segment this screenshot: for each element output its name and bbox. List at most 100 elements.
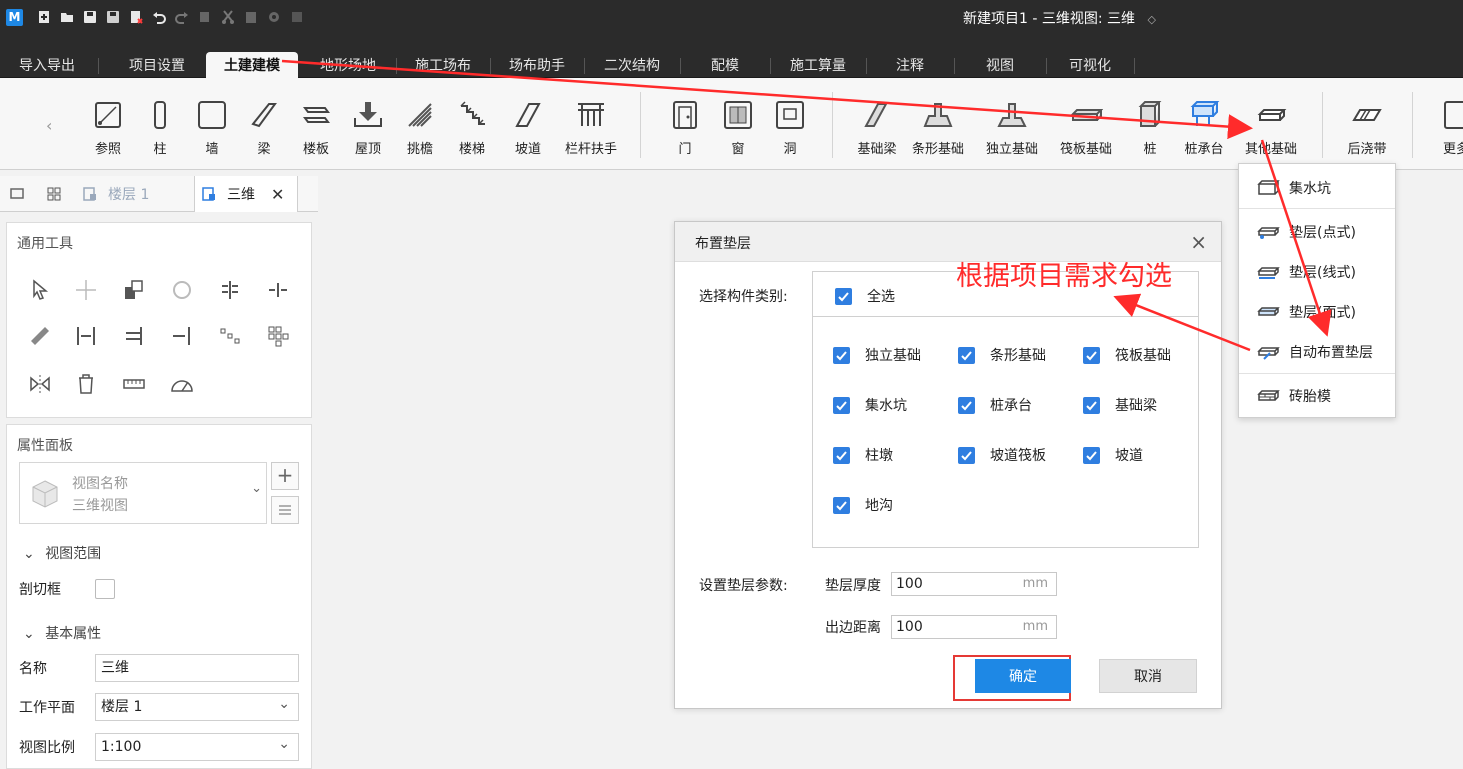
category-checkbox[interactable]: 柱墩	[833, 445, 893, 465]
copy-icon[interactable]	[197, 9, 213, 25]
rotate-tool-icon[interactable]	[167, 275, 197, 305]
save-as-icon[interactable]	[105, 9, 121, 25]
ribbon-scroll-left-icon[interactable]: ‹	[46, 116, 52, 135]
tab-floor-1[interactable]: 楼层 1	[74, 176, 192, 212]
workplane-select[interactable]: 楼层 1	[95, 691, 299, 721]
new-icon[interactable]	[36, 9, 52, 25]
mirror-tool-icon[interactable]	[25, 369, 55, 399]
copy-tool-icon[interactable]	[119, 275, 149, 305]
angle-measure-tool-icon[interactable]	[167, 369, 197, 399]
category-checkbox[interactable]: 坡道筏板	[958, 445, 1046, 465]
tab-site-layout[interactable]: 施工场布	[400, 52, 486, 78]
category-checkbox[interactable]: 独立基础	[833, 345, 921, 365]
thickness-field[interactable]: 100 mm	[891, 572, 1057, 596]
align-tool-icon[interactable]	[215, 275, 245, 305]
tab-annotation[interactable]: 注释	[870, 52, 950, 78]
scale-select[interactable]: 1:100	[95, 731, 299, 761]
category-checkbox[interactable]: 坡道	[1083, 445, 1143, 465]
wall-button[interactable]: 墙	[184, 96, 240, 157]
foundation-beam-button[interactable]: 基础梁	[849, 96, 905, 157]
tab-formwork[interactable]: 配模	[684, 52, 766, 78]
extend-tool-icon[interactable]	[71, 321, 101, 351]
menu-item-pad-line[interactable]: 垫层(线式)	[1239, 254, 1395, 290]
offset-field[interactable]: 100 mm	[891, 615, 1057, 639]
select-all-checkbox[interactable]: 全选	[835, 286, 895, 306]
ok-button[interactable]: 确定	[975, 659, 1071, 693]
view-settings-icon[interactable]	[271, 496, 299, 524]
category-checkbox[interactable]: 条形基础	[958, 345, 1046, 365]
beam-button[interactable]: 梁	[236, 96, 292, 157]
undo-icon[interactable]	[151, 9, 167, 25]
tab-visualization[interactable]: 可视化	[1050, 52, 1130, 78]
eave-button[interactable]: 挑檐	[392, 96, 448, 157]
menu-item-pad-point[interactable]: 垫层(点式)	[1239, 214, 1395, 250]
cancel-button[interactable]: 取消	[1099, 659, 1197, 693]
menu-item-sump[interactable]: 集水坑	[1239, 170, 1395, 206]
close-icon[interactable]: ×	[1190, 230, 1207, 254]
tab-terrain-site[interactable]: 地形场地	[304, 52, 392, 78]
window-button[interactable]: 窗	[710, 96, 766, 157]
tab-civil-modeling[interactable]: 土建建模	[206, 52, 298, 78]
category-checkbox[interactable]: 地沟	[833, 495, 893, 515]
delete-tool-icon[interactable]	[71, 369, 101, 399]
tile-view-icon[interactable]	[46, 176, 62, 212]
tab-import-export[interactable]: 导入导出	[4, 52, 90, 78]
section-view-range[interactable]: ⌄ 视图范围	[23, 543, 101, 563]
view-type-selector[interactable]: 视图名称 三维视图 ⌄	[19, 462, 267, 524]
split-tool-icon[interactable]	[263, 275, 293, 305]
reference-button[interactable]: 参照	[80, 96, 136, 157]
more-icon[interactable]	[289, 9, 305, 25]
category-checkbox[interactable]: 基础梁	[1083, 395, 1157, 415]
strip-foundation-button[interactable]: 条形基础	[910, 96, 966, 157]
opening-button[interactable]: 洞	[762, 96, 818, 157]
clip-box-checkbox[interactable]	[95, 579, 115, 599]
offset-tool-icon[interactable]	[119, 321, 149, 351]
other-foundation-button[interactable]: 其他基础	[1238, 96, 1304, 157]
select-tool-icon[interactable]	[25, 275, 55, 305]
cut-icon[interactable]	[220, 9, 236, 25]
tab-quantity[interactable]: 施工算量	[774, 52, 862, 78]
post-pour-strip-button[interactable]: 后浇带	[1339, 96, 1395, 157]
slab-button[interactable]: 楼板	[288, 96, 344, 157]
tab-project-settings[interactable]: 项目设置	[114, 52, 200, 78]
checkmark-icon	[833, 346, 850, 364]
tab-layout-assistant[interactable]: 场布助手	[494, 52, 580, 78]
ramp-button[interactable]: 坡道	[500, 96, 556, 157]
door-button[interactable]: 门	[657, 96, 713, 157]
tab-secondary-structure[interactable]: 二次结构	[588, 52, 676, 78]
move-tool-icon[interactable]	[71, 275, 101, 305]
railing-button[interactable]: 栏杆扶手	[560, 96, 622, 157]
stair-button[interactable]: 楼梯	[444, 96, 500, 157]
category-checkbox[interactable]: 集水坑	[833, 395, 907, 415]
trim-tool-icon[interactable]	[25, 321, 55, 351]
add-view-icon[interactable]: +	[271, 462, 299, 490]
tab-view[interactable]: 视图	[958, 52, 1042, 78]
roof-button[interactable]: 屋顶	[340, 96, 396, 157]
raft-foundation-button[interactable]: 筏板基础	[1056, 96, 1116, 157]
close-tab-icon[interactable]: ✕	[271, 185, 284, 204]
menu-item-pad-area[interactable]: 垫层(面式)	[1239, 294, 1395, 330]
save-icon[interactable]	[82, 9, 98, 25]
column-button[interactable]: 柱	[132, 96, 188, 157]
section-basic-properties[interactable]: ⌄ 基本属性	[23, 623, 101, 643]
more-button[interactable]: 更多	[1428, 96, 1463, 157]
menu-item-auto-pad[interactable]: 自动布置垫层	[1239, 334, 1395, 370]
category-checkbox[interactable]: 筏板基础	[1083, 345, 1171, 365]
name-field[interactable]: 三维	[95, 654, 299, 682]
tab-3d[interactable]: 三维 ✕	[194, 176, 298, 212]
measure-tool-icon[interactable]	[119, 369, 149, 399]
pile-button[interactable]: 桩	[1122, 96, 1178, 157]
paste-icon[interactable]	[243, 9, 259, 25]
open-icon[interactable]	[59, 9, 75, 25]
menu-item-brick-mold[interactable]: 砖胎模	[1239, 378, 1395, 414]
restore-view-icon[interactable]	[10, 176, 26, 212]
array-tool-icon[interactable]	[215, 321, 245, 351]
close-doc-icon[interactable]	[128, 9, 144, 25]
category-checkbox[interactable]: 桩承台	[958, 395, 1032, 415]
break-tool-icon[interactable]	[167, 321, 197, 351]
isolated-foundation-button[interactable]: 独立基础	[984, 96, 1040, 157]
grid-array-tool-icon[interactable]	[263, 321, 293, 351]
pile-cap-button[interactable]: 桩承台	[1176, 96, 1232, 157]
settings-icon[interactable]	[266, 9, 282, 25]
redo-icon[interactable]	[174, 9, 190, 25]
